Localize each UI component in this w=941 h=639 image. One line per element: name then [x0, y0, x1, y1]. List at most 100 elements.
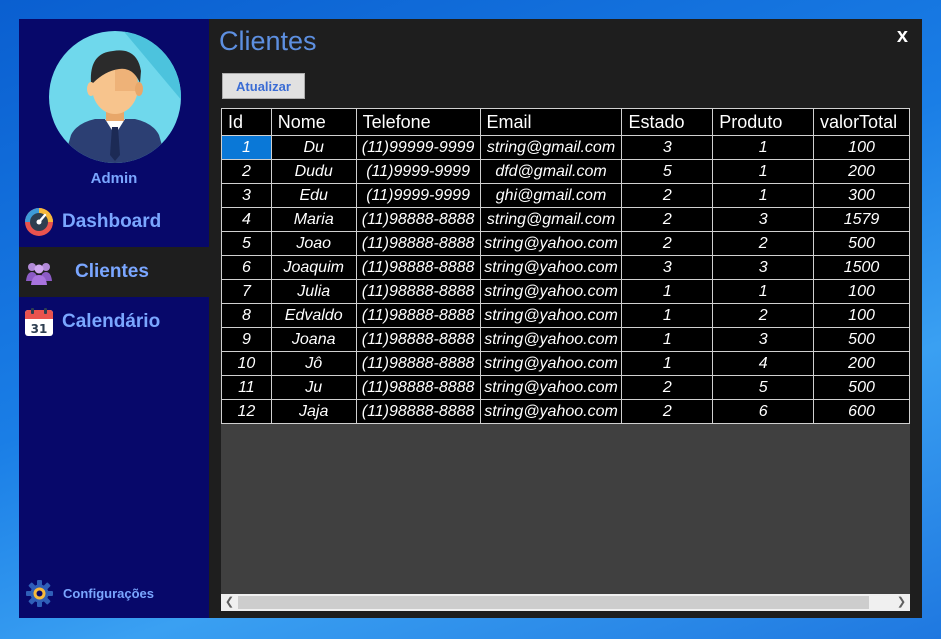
- table-cell-estado[interactable]: 1: [621, 303, 714, 328]
- column-header-nome[interactable]: Nome: [270, 108, 357, 136]
- table-cell-nome[interactable]: Dudu: [270, 159, 357, 184]
- table-cell-nome[interactable]: Jaja: [270, 399, 357, 424]
- table-cell-produto[interactable]: 4: [712, 351, 815, 376]
- table-cell-email[interactable]: string@gmail.com: [479, 135, 623, 160]
- table-cell-id[interactable]: 5: [221, 231, 272, 256]
- table-cell-telefone[interactable]: (11)98888-8888: [355, 255, 481, 280]
- table-cell-estado[interactable]: 2: [621, 231, 714, 256]
- table-cell-valortotal[interactable]: 200: [813, 351, 910, 376]
- table-cell-id[interactable]: 10: [221, 351, 272, 376]
- table-cell-valortotal[interactable]: 600: [813, 399, 910, 424]
- table-cell-email[interactable]: string@yahoo.com: [479, 327, 623, 352]
- table-cell-email[interactable]: string@yahoo.com: [479, 375, 623, 400]
- table-cell-email[interactable]: dfd@gmail.com: [479, 159, 623, 184]
- table-cell-valortotal[interactable]: 500: [813, 375, 910, 400]
- table-cell-id[interactable]: 2: [221, 159, 272, 184]
- table-cell-email[interactable]: string@yahoo.com: [479, 351, 623, 376]
- table-cell-telefone[interactable]: (11)98888-8888: [355, 279, 481, 304]
- table-cell-id[interactable]: 11: [221, 375, 272, 400]
- table-cell-id[interactable]: 12: [221, 399, 272, 424]
- table-cell-nome[interactable]: Joaquim: [270, 255, 357, 280]
- table-cell-produto[interactable]: 1: [712, 159, 815, 184]
- table-cell-id[interactable]: 9: [221, 327, 272, 352]
- table-cell-estado[interactable]: 2: [621, 399, 714, 424]
- scrollbar-thumb[interactable]: [238, 596, 869, 609]
- table-cell-email[interactable]: string@gmail.com: [479, 207, 623, 232]
- table-cell-id[interactable]: 7: [221, 279, 272, 304]
- table-cell-email[interactable]: string@yahoo.com: [479, 279, 623, 304]
- table-cell-telefone[interactable]: (11)9999-9999: [355, 183, 481, 208]
- table-cell-email[interactable]: string@yahoo.com: [479, 303, 623, 328]
- table-cell-id[interactable]: 3: [221, 183, 272, 208]
- table-cell-telefone[interactable]: (11)99999-9999: [355, 135, 481, 160]
- table-cell-nome[interactable]: Joao: [270, 231, 357, 256]
- table-row[interactable]: 12 Jaja (11)98888-8888 string@yahoo.com 2 6 60…: [221, 399, 910, 424]
- column-header-id[interactable]: Id: [221, 108, 272, 136]
- table-cell-produto[interactable]: 2: [712, 231, 815, 256]
- table-row[interactable]: 6 Joaquim (11)98888-8888 string@yahoo.com 3 3…: [221, 255, 910, 280]
- column-header-telefone[interactable]: Telefone: [355, 108, 481, 136]
- table-cell-email[interactable]: ghi@gmail.com: [479, 183, 623, 208]
- table-row[interactable]: 8 Edvaldo (11)98888-8888 string@yahoo.com 1 2…: [221, 303, 910, 328]
- table-cell-produto[interactable]: 3: [712, 207, 815, 232]
- table-row[interactable]: 4 Maria (11)98888-8888 string@gmail.com 2 3 15…: [221, 207, 910, 232]
- table-cell-nome[interactable]: Du: [270, 135, 357, 160]
- table-cell-valortotal[interactable]: 1500: [813, 255, 910, 280]
- table-cell-telefone[interactable]: (11)98888-8888: [355, 327, 481, 352]
- table-cell-produto[interactable]: 6: [712, 399, 815, 424]
- table-cell-estado[interactable]: 1: [621, 351, 714, 376]
- table-cell-nome[interactable]: Jô: [270, 351, 357, 376]
- table-cell-valortotal[interactable]: 100: [813, 303, 910, 328]
- table-row[interactable]: 3 Edu (11)9999-9999 ghi@gmail.com 2 1 300: [221, 183, 910, 208]
- table-row[interactable]: 5 Joao (11)98888-8888 string@yahoo.com 2 2 500: [221, 231, 910, 256]
- table-cell-estado[interactable]: 5: [621, 159, 714, 184]
- table-cell-produto[interactable]: 5: [712, 375, 815, 400]
- table-cell-estado[interactable]: 2: [621, 183, 714, 208]
- table-cell-telefone[interactable]: (11)9999-9999: [355, 159, 481, 184]
- table-row[interactable]: 1 Du (11)99999-9999 string@gmail.com 3 1 100: [221, 135, 910, 160]
- table-cell-id[interactable]: 8: [221, 303, 272, 328]
- table-cell-telefone[interactable]: (11)98888-8888: [355, 351, 481, 376]
- table-cell-id[interactable]: 6: [221, 255, 272, 280]
- column-header-produto[interactable]: Produto: [712, 108, 815, 136]
- table-cell-email[interactable]: string@yahoo.com: [479, 255, 623, 280]
- table-cell-estado[interactable]: 2: [621, 207, 714, 232]
- table-cell-telefone[interactable]: (11)98888-8888: [355, 207, 481, 232]
- refresh-button[interactable]: Atualizar: [222, 73, 305, 99]
- close-button[interactable]: x: [897, 25, 908, 48]
- table-cell-produto[interactable]: 1: [712, 279, 815, 304]
- column-header-estado[interactable]: Estado: [621, 108, 714, 136]
- sidebar-item-clientes[interactable]: Clientes: [19, 247, 209, 297]
- chevron-left-icon[interactable]: ❮: [221, 594, 238, 611]
- table-row[interactable]: 2 Dudu (11)9999-9999 dfd@gmail.com 5 1 200: [221, 159, 910, 184]
- table-cell-id[interactable]: 1: [221, 135, 272, 160]
- table-cell-id[interactable]: 4: [221, 207, 272, 232]
- table-cell-produto[interactable]: 3: [712, 327, 815, 352]
- table-row[interactable]: 9 Joana (11)98888-8888 string@yahoo.com 1 3 50…: [221, 327, 910, 352]
- table-cell-valortotal[interactable]: 1579: [813, 207, 910, 232]
- table-cell-produto[interactable]: 1: [712, 183, 815, 208]
- column-header-email[interactable]: Email: [479, 108, 623, 136]
- table-cell-produto[interactable]: 3: [712, 255, 815, 280]
- table-cell-nome[interactable]: Joana: [270, 327, 357, 352]
- sidebar-item-calendario[interactable]: 31 Calendário: [19, 297, 209, 347]
- table-cell-estado[interactable]: 1: [621, 327, 714, 352]
- table-cell-estado[interactable]: 3: [621, 135, 714, 160]
- table-cell-email[interactable]: string@yahoo.com: [479, 231, 623, 256]
- settings-button[interactable]: Configurações: [19, 577, 209, 611]
- table-cell-valortotal[interactable]: 500: [813, 327, 910, 352]
- table-row[interactable]: 7 Julia (11)98888-8888 string@yahoo.com 1 1 10…: [221, 279, 910, 304]
- table-cell-nome[interactable]: Maria: [270, 207, 357, 232]
- table-row[interactable]: 10 Jô (11)98888-8888 string@yahoo.com 1 4 200: [221, 351, 910, 376]
- table-cell-valortotal[interactable]: 100: [813, 135, 910, 160]
- table-row[interactable]: 11 Ju (11)98888-8888 string@yahoo.com 2 5 500: [221, 375, 910, 400]
- clients-data-grid[interactable]: Id Nome Telefone Email Estado Produto valorTot…: [221, 108, 910, 611]
- table-cell-nome[interactable]: Edvaldo: [270, 303, 357, 328]
- table-cell-email[interactable]: string@yahoo.com: [479, 399, 623, 424]
- chevron-right-icon[interactable]: ❯: [893, 594, 910, 611]
- table-cell-telefone[interactable]: (11)98888-8888: [355, 375, 481, 400]
- table-cell-telefone[interactable]: (11)98888-8888: [355, 399, 481, 424]
- table-cell-nome[interactable]: Julia: [270, 279, 357, 304]
- table-cell-valortotal[interactable]: 500: [813, 231, 910, 256]
- table-cell-estado[interactable]: 1: [621, 279, 714, 304]
